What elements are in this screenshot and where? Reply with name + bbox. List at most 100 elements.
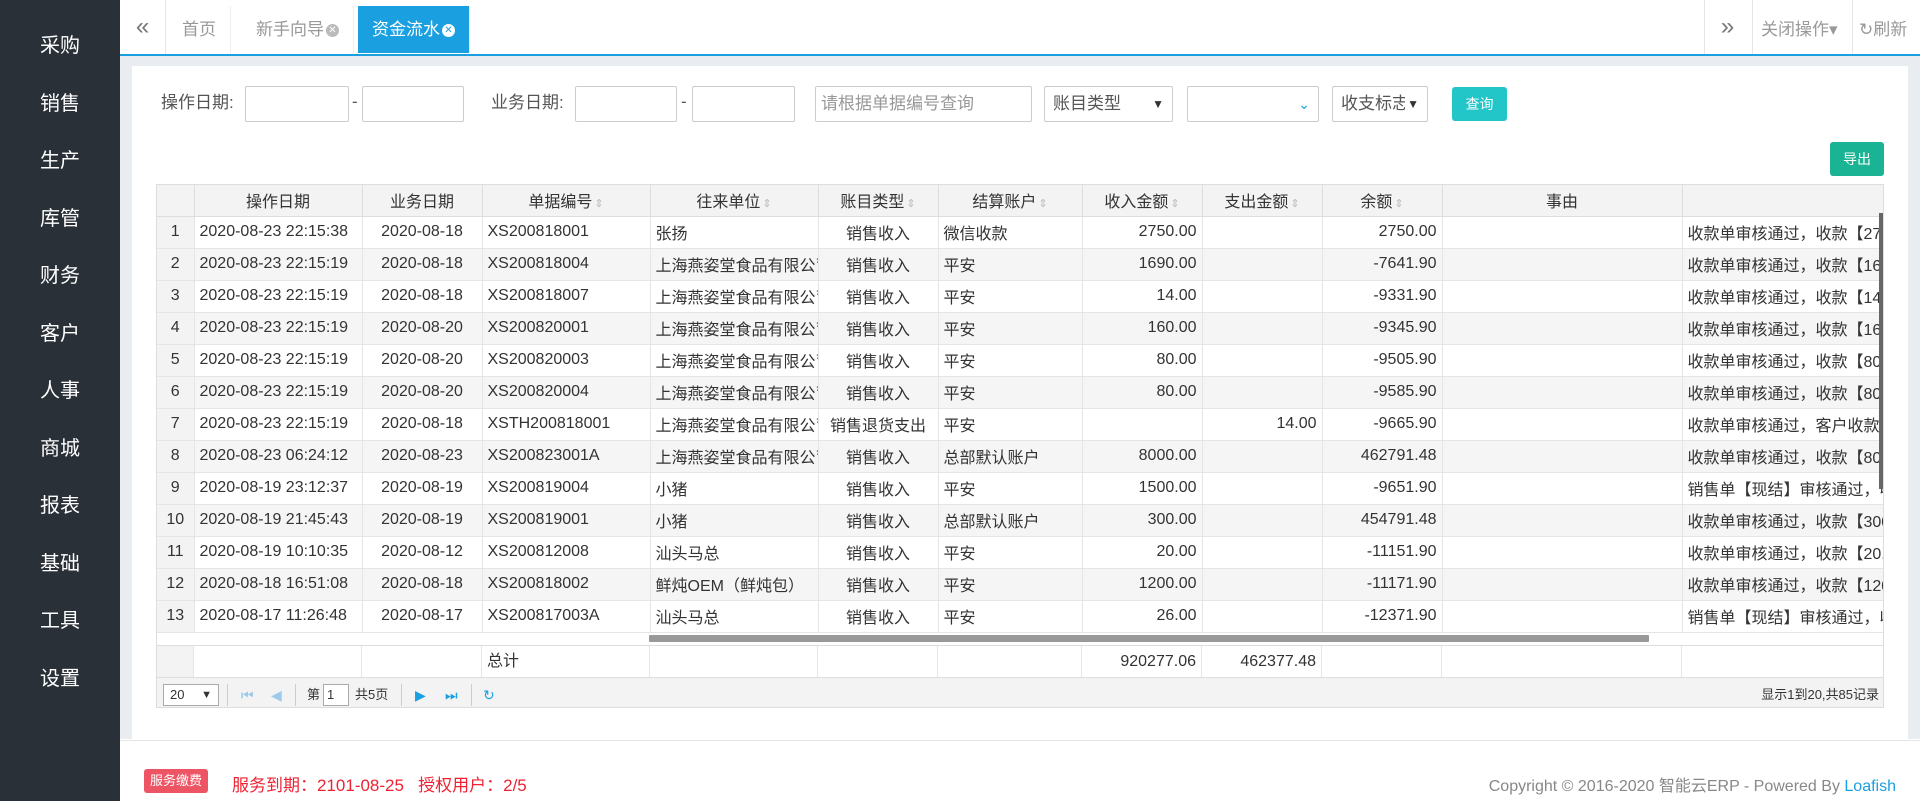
table-row[interactable]: 9 2020-08-19 23:12:37 2020-08-19 XS20081900… <box>157 472 1883 505</box>
close-icon[interactable]: ✕ <box>326 24 339 38</box>
table-cell <box>1202 472 1323 505</box>
table-row[interactable]: 4 2020-08-23 22:15:19 2020-08-20 XS20082000… <box>157 312 1883 345</box>
table-row[interactable]: 1 2020-08-23 22:15:38 2020-08-18 XS20081800… <box>157 216 1883 249</box>
table-cell: XS200819004 <box>482 472 651 505</box>
column-header[interactable]: 往来单位 ⇕ <box>650 185 819 217</box>
table-cell: 销售收入 <box>818 504 939 537</box>
sidebar-item-hr[interactable]: 人事 <box>0 363 120 419</box>
sidebar-item-finance[interactable]: 财务 <box>0 248 120 304</box>
column-header[interactable]: 单据编号 ⇕ <box>482 185 651 217</box>
column-header[interactable]: 收入金额 ⇕ <box>1082 185 1203 217</box>
chevron-down-icon: ⌄ <box>1298 96 1310 112</box>
table-cell: XS200818002 <box>482 568 651 601</box>
settle-account-select[interactable]: ⌄ <box>1187 86 1319 122</box>
column-header[interactable]: 余额 ⇕ <box>1322 185 1443 217</box>
table-cell: 14.00 <box>1202 408 1323 441</box>
table-cell: 2020-08-17 <box>362 600 483 633</box>
reload-icon[interactable]: ↻ <box>483 684 495 706</box>
sidebar-item-basic[interactable]: 基础 <box>0 536 120 592</box>
bill-no-search-input[interactable]: 请根据单据编号查询 <box>815 86 1032 122</box>
table-cell: 平安 <box>938 280 1083 313</box>
tab-scroll-right-icon[interactable]: » <box>1704 0 1750 54</box>
sort-icon[interactable]: ⇕ <box>906 198 915 210</box>
refresh-button[interactable]: ↻刷新 <box>1852 0 1913 54</box>
table-row[interactable]: 6 2020-08-23 22:15:19 2020-08-20 XS20082000… <box>157 376 1883 409</box>
biz-date-from-input[interactable] <box>575 86 677 122</box>
sort-icon[interactable]: ⇕ <box>1170 198 1179 210</box>
tab-guide[interactable]: 新手向导 ✕ <box>242 6 354 53</box>
op-date-to-input[interactable] <box>362 86 464 122</box>
first-page-icon[interactable]: ⏮ <box>241 684 254 706</box>
table-cell <box>1442 536 1683 569</box>
table-row[interactable]: 7 2020-08-23 22:15:19 2020-08-18 XSTH200818… <box>157 408 1883 441</box>
table-cell: 2020-08-18 <box>362 408 483 441</box>
close-operations-dropdown[interactable]: 关闭操作▾ <box>1752 0 1846 54</box>
sort-icon[interactable]: ⇕ <box>594 198 603 210</box>
sidebar-item-sales[interactable]: 销售 <box>0 76 120 132</box>
next-page-icon[interactable]: ▶ <box>415 684 426 706</box>
sidebar: 采购 销售 生产 库管 财务 客户 人事 商城 报表 基础 工具 设置 <box>0 0 120 801</box>
query-button[interactable]: 查询 <box>1452 87 1507 121</box>
column-header <box>157 185 195 217</box>
table-row[interactable]: 13 2020-08-17 11:26:48 2020-08-17 XS2008170… <box>157 600 1883 633</box>
column-header[interactable]: 账目类型 ⇕ <box>818 185 939 217</box>
table-cell <box>1202 568 1323 601</box>
fund-flow-grid: 操作日期 业务日期 单据编号 ⇕ 往来单位 ⇕ 账目类型 ⇕ 结算账户 ⇕ 收入金额 ⇕ 支出金额 ⇕ 余额… <box>156 184 1884 708</box>
table-row[interactable]: 3 2020-08-23 22:15:19 2020-08-18 XS20081800… <box>157 280 1883 313</box>
column-header[interactable]: 支出金额 ⇕ <box>1202 185 1323 217</box>
table-row[interactable]: 5 2020-08-23 22:15:19 2020-08-20 XS20082000… <box>157 344 1883 377</box>
tab-home[interactable]: 首页 <box>168 6 231 53</box>
footer-cell <box>650 646 818 678</box>
row-number: 9 <box>157 472 195 505</box>
table-footer-row: 总计 920277.06 462377.48 <box>157 645 1883 678</box>
footer-cell <box>1322 646 1442 678</box>
sort-icon[interactable]: ⇕ <box>1290 198 1299 210</box>
sidebar-item-production[interactable]: 生产 <box>0 133 120 189</box>
horizontal-scrollbar[interactable] <box>649 635 1649 642</box>
table-cell: 2020-08-23 22:15:19 <box>194 280 363 313</box>
table-row[interactable]: 11 2020-08-19 10:10:35 2020-08-12 XS2008120… <box>157 536 1883 569</box>
sidebar-item-tools[interactable]: 工具 <box>0 593 120 649</box>
table-row[interactable]: 10 2020-08-19 21:45:43 2020-08-19 XS2008190… <box>157 504 1883 537</box>
powered-by-link[interactable]: Loafish <box>1844 778 1896 795</box>
table-cell: 销售收入 <box>818 600 939 633</box>
table-cell: 1690.00 <box>1082 248 1203 281</box>
sidebar-item-inventory[interactable]: 库管 <box>0 191 120 247</box>
tab-scroll-left-icon[interactable]: « <box>120 0 166 54</box>
caret-down-icon: ▼ <box>1405 87 1419 121</box>
account-type-select[interactable]: 账目类型 ▼ <box>1044 86 1173 122</box>
service-payment-button[interactable]: 服务缴费 <box>144 769 209 793</box>
table-cell: XS200817003A <box>482 600 651 633</box>
prev-page-icon[interactable]: ◀ <box>271 684 282 706</box>
biz-date-to-input[interactable] <box>692 86 795 122</box>
op-date-from-input[interactable] <box>245 86 349 122</box>
pager: 20 ▼ ⏮ ◀ 第 1 共5页 ▶ ⏭ ↻ 显示1到20,共85记录 <box>157 677 1883 707</box>
page-number-input[interactable]: 1 <box>323 684 349 706</box>
sidebar-item-settings[interactable]: 设置 <box>0 651 120 707</box>
column-header-label: 结算账户 <box>972 194 1037 212</box>
table-row[interactable]: 8 2020-08-23 06:24:12 2020-08-23 XS20082300… <box>157 440 1883 473</box>
sort-icon[interactable]: ⇕ <box>1038 198 1047 210</box>
table-row[interactable]: 2 2020-08-23 22:15:19 2020-08-18 XS20081800… <box>157 248 1883 281</box>
table-cell <box>1202 248 1323 281</box>
close-icon[interactable]: ✕ <box>442 24 455 38</box>
table-row[interactable]: 12 2020-08-18 16:51:08 2020-08-18 XS2008180… <box>157 568 1883 601</box>
sidebar-item-customer[interactable]: 客户 <box>0 306 120 362</box>
table-cell: 平安 <box>938 600 1083 633</box>
column-header-label: 业务日期 <box>389 194 454 212</box>
column-header-label: 支出金额 <box>1224 194 1289 212</box>
export-button[interactable]: 导出 <box>1830 142 1884 176</box>
sidebar-item-purchase[interactable]: 采购 <box>0 18 120 74</box>
sort-icon[interactable]: ⇕ <box>762 198 771 210</box>
sort-icon[interactable]: ⇕ <box>1394 198 1403 210</box>
income-flag-select[interactable]: 收支标志 ▼ <box>1332 86 1428 122</box>
vertical-scrollbar[interactable] <box>1879 213 1883 489</box>
sidebar-item-mall[interactable]: 商城 <box>0 421 120 477</box>
page-size-select[interactable]: 20 ▼ <box>163 684 219 706</box>
last-page-icon[interactable]: ⏭ <box>445 684 458 706</box>
tab-fund-flow[interactable]: 资金流水 ✕ <box>358 6 470 53</box>
column-header[interactable]: 结算账户 ⇕ <box>938 185 1083 217</box>
table-cell: 平安 <box>938 408 1083 441</box>
sidebar-item-reports[interactable]: 报表 <box>0 478 120 534</box>
table-cell: 26.00 <box>1082 600 1203 633</box>
